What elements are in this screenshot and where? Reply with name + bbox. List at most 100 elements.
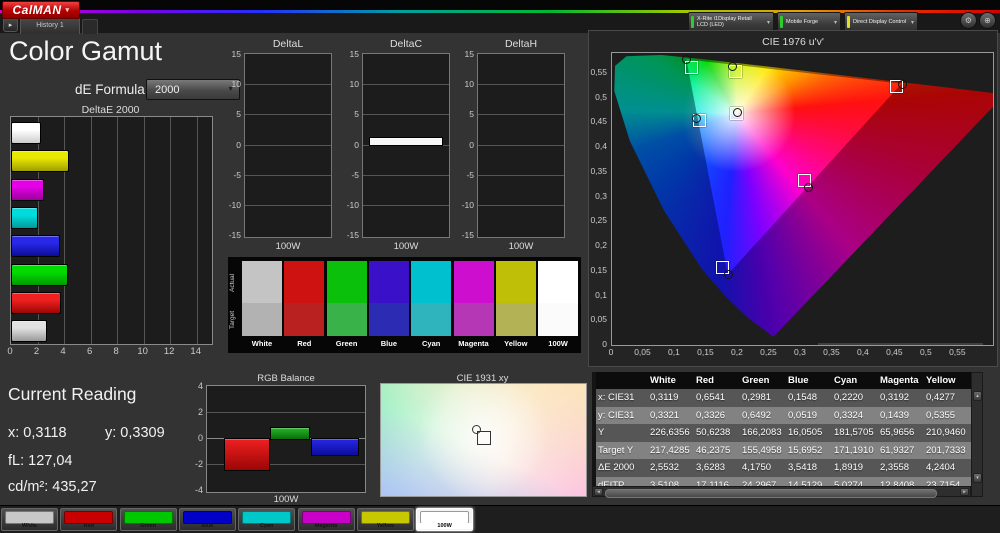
tab-scroll-button[interactable]: ▸ bbox=[3, 17, 18, 32]
marker-white-target bbox=[477, 431, 492, 446]
axis-tick-label: 8 bbox=[113, 346, 119, 357]
gridline bbox=[245, 114, 331, 116]
rgb-x-label: 100W bbox=[273, 494, 299, 505]
swatch-label: Cyan bbox=[422, 339, 441, 348]
swatch-100w bbox=[538, 261, 579, 336]
gridline bbox=[90, 117, 92, 344]
rgb-balance-title: RGB Balance bbox=[257, 373, 315, 384]
gamut-coverage-readout: Gamut Coverage: 99,5% bbox=[817, 343, 983, 345]
swatch-blue bbox=[368, 261, 409, 336]
source-dropdown[interactable]: Mobile Forge ▾ bbox=[777, 12, 841, 32]
table-row[interactable]: Target Y 217,4285 46,2375 155,4958 15,6952 17… bbox=[596, 441, 983, 459]
axis-tick-label: 0,45 bbox=[886, 347, 903, 357]
reading-cdm2: cd/m²: 435,27 bbox=[8, 479, 97, 495]
table-row[interactable]: Y 226,6356 50,6238 166,2083 16,0505 181,5705 6… bbox=[596, 424, 983, 442]
pattern-button-cyan[interactable]: Cyan bbox=[238, 508, 296, 531]
axis-tick-label: -4 bbox=[194, 485, 203, 495]
cie-y-axis: 0 0,05 0,1 0,15 0,2 0,25 0,3 0,35 0,4 0,45 0,5 0,55 bbox=[589, 52, 609, 349]
deltal-chart: 15 10 5 0 -5 -10 -15 bbox=[229, 49, 332, 240]
axis-tick-label: 10 bbox=[349, 79, 359, 90]
axis-tick-label: 15 bbox=[349, 49, 359, 59]
table-row[interactable]: ΔE 2000 2,5532 3,6283 4,1750 3,5418 1,8919 2,3… bbox=[596, 459, 983, 477]
axis-tick-label: 10 bbox=[464, 79, 474, 90]
table-cell: 16,0505 bbox=[788, 427, 823, 438]
axis-tick-label: 12 bbox=[163, 346, 175, 357]
pattern-button-yellow[interactable]: Yellow bbox=[356, 508, 414, 531]
row-label: Target Y bbox=[598, 444, 634, 456]
pattern-button-magenta[interactable]: Magenta bbox=[297, 508, 355, 531]
deltah-chart-title: DeltaH bbox=[504, 38, 538, 50]
horizontal-scroll-thumb[interactable] bbox=[605, 488, 937, 498]
table-cell: 226,6356 bbox=[650, 427, 690, 438]
vertical-scrollbar[interactable]: ▴ ▾ bbox=[971, 372, 983, 497]
column-header: Blue bbox=[788, 375, 809, 386]
table-cell: 1,8919 bbox=[834, 462, 864, 473]
swatch-green bbox=[326, 261, 367, 336]
de-formula-value: 2000 bbox=[155, 83, 180, 96]
bar-yellow bbox=[11, 150, 70, 173]
source-status-indicator bbox=[780, 16, 783, 28]
bar-green bbox=[11, 263, 69, 286]
table-row[interactable]: x: CIE31 0,3119 0,6541 0,2981 0,1548 0,2220 0,… bbox=[596, 389, 983, 407]
bar-red bbox=[224, 438, 270, 472]
swatch-actual bbox=[368, 261, 409, 303]
table-cell: 210,9460 bbox=[926, 427, 966, 438]
table-cell: 0,1439 bbox=[880, 409, 910, 421]
axis-tick-label: -15 bbox=[461, 230, 474, 240]
gridline bbox=[478, 204, 564, 206]
table-cell: 50,6238 bbox=[696, 427, 731, 438]
table-cell: 61,9327 bbox=[880, 444, 915, 456]
pattern-button-100w[interactable]: 100W bbox=[416, 508, 474, 531]
pattern-button-blue[interactable]: Blue bbox=[178, 508, 236, 531]
pattern-button-green[interactable]: Green bbox=[119, 508, 177, 531]
chevron-down-icon: ▾ bbox=[65, 7, 70, 14]
axis-tick-label: 0,35 bbox=[590, 165, 607, 176]
profile-button[interactable]: ⊕ bbox=[979, 12, 996, 29]
settings-button[interactable]: ⚙ bbox=[960, 12, 977, 29]
swatch-target bbox=[453, 303, 494, 336]
axis-tick-label: 0,35 bbox=[823, 347, 840, 357]
bar-100w bbox=[369, 137, 443, 147]
axis-tick-label: 4 bbox=[60, 346, 66, 357]
pattern-button-red[interactable]: Red bbox=[60, 508, 118, 531]
table-cell: 201,7333 bbox=[926, 444, 966, 456]
tab-label: History 1 bbox=[36, 22, 64, 29]
bar-blue bbox=[11, 235, 60, 258]
column-header: Red bbox=[696, 375, 714, 386]
bar-green bbox=[270, 426, 310, 440]
swatch-label: Red bbox=[297, 339, 312, 348]
table-cell: 181,5705 bbox=[834, 427, 874, 438]
axis-tick-label: 6 bbox=[86, 346, 93, 357]
de-formula-select[interactable]: 2000 ▼ bbox=[146, 79, 240, 100]
table-cell: 0,6492 bbox=[742, 409, 772, 421]
swatch-actual bbox=[411, 261, 452, 303]
scroll-left-button[interactable]: ◂ bbox=[594, 488, 603, 496]
axis-tick-label: 0,1 bbox=[595, 289, 607, 300]
page-title: Color Gamut bbox=[9, 36, 163, 66]
gridline bbox=[117, 117, 119, 344]
pattern-button-white[interactable]: White bbox=[1, 508, 58, 531]
table-row[interactable]: y: CIE31 0,3321 0,3326 0,6492 0,0519 0,3324 0,… bbox=[596, 406, 983, 424]
rgb-balance-chart: 4 2 0 -2 -4 bbox=[195, 381, 366, 495]
control-dropdown[interactable]: Direct Display Control ▾ bbox=[844, 12, 918, 32]
axis-tick-label: 0,5 bbox=[595, 91, 607, 102]
horizontal-scrollbar[interactable]: ◂ ▸ bbox=[592, 486, 971, 498]
swatch-label: Blue bbox=[380, 339, 398, 348]
calman-menu-button[interactable]: CalMAN ▾ bbox=[2, 1, 80, 19]
scroll-down-button[interactable]: ▾ bbox=[973, 473, 982, 483]
swatch-actual bbox=[242, 261, 282, 303]
scroll-right-button[interactable]: ▸ bbox=[960, 488, 969, 496]
column-header: White bbox=[650, 375, 676, 386]
row-label: x: CIE31 bbox=[598, 392, 635, 403]
color-checker-panel: Actual Target White Red Green Blue Cyan Magen… bbox=[228, 257, 581, 353]
axis-tick-label: -15 bbox=[346, 230, 359, 240]
meter-dropdown[interactable]: X-Rite i1Display Retail LCD (LED) ▾ bbox=[688, 12, 774, 32]
current-reading-title: Current Reading bbox=[8, 384, 137, 404]
tab-new[interactable] bbox=[82, 19, 98, 34]
gridline bbox=[363, 84, 449, 86]
source-dropdown-label: Mobile Forge bbox=[786, 18, 819, 25]
row-label: y: CIE31 bbox=[598, 409, 635, 421]
table-cell: 3,5418 bbox=[788, 462, 818, 473]
axis-tick-label: -5 bbox=[466, 169, 474, 180]
scroll-up-button[interactable]: ▴ bbox=[973, 391, 982, 401]
